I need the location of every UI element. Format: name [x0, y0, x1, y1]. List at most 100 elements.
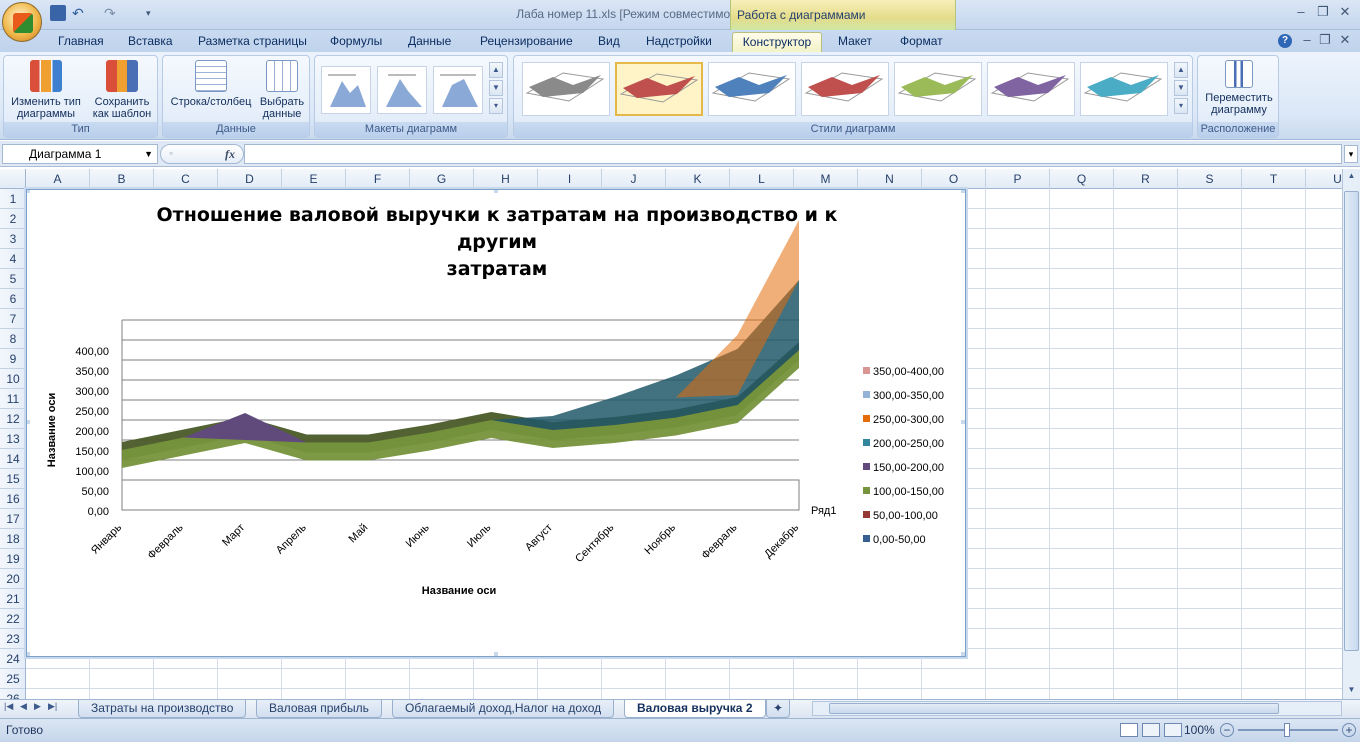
sheet-tab-taxable-income[interactable]: Облагаемый доход,Налог на доход [392, 700, 615, 718]
tab-home[interactable]: Главная [52, 32, 110, 52]
tab-addins[interactable]: Надстройки [640, 32, 718, 52]
next-sheet-icon[interactable]: ▶ [34, 701, 41, 712]
styles-scroll-down[interactable]: ▼ [1174, 80, 1188, 96]
restore-icon[interactable]: ❐ [1312, 4, 1334, 20]
row-header-9[interactable]: 9 [0, 349, 25, 369]
chart-style-7[interactable] [1080, 62, 1168, 116]
row-header-16[interactable]: 16 [0, 489, 25, 509]
row-header-15[interactable]: 15 [0, 469, 25, 489]
styles-more[interactable]: ▾ [1174, 98, 1188, 114]
switch-row-column-button[interactable]: Строка/столбец [165, 60, 257, 108]
chart-area[interactable]: Отношение валовой выручки к затратам на … [26, 189, 966, 657]
row-header-4[interactable]: 4 [0, 249, 25, 269]
row-header-1[interactable]: 1 [0, 189, 25, 209]
chart-style-2[interactable] [615, 62, 703, 116]
row-header-19[interactable]: 19 [0, 549, 25, 569]
save-as-template-button[interactable]: Сохранить как шаблон [86, 60, 158, 120]
row-header-22[interactable]: 22 [0, 609, 25, 629]
column-header-F[interactable]: F [346, 169, 410, 189]
row-header-21[interactable]: 21 [0, 589, 25, 609]
column-header-L[interactable]: L [730, 169, 794, 189]
tab-page-layout[interactable]: Разметка страницы [192, 32, 313, 52]
column-header-G[interactable]: G [410, 169, 474, 189]
column-header-B[interactable]: B [90, 169, 154, 189]
save-icon[interactable] [50, 5, 66, 21]
column-header-R[interactable]: R [1114, 169, 1178, 189]
horizontal-scroll-thumb[interactable] [829, 703, 1279, 714]
chart-style-3[interactable] [708, 62, 796, 116]
scroll-up-icon[interactable]: ▲ [1344, 171, 1359, 185]
help-icon[interactable]: ? [1278, 34, 1292, 48]
row-header-8[interactable]: 8 [0, 329, 25, 349]
column-header-J[interactable]: J [602, 169, 666, 189]
select-all-corner[interactable] [0, 169, 26, 189]
tab-view[interactable]: Вид [592, 32, 626, 52]
office-button[interactable] [2, 2, 42, 42]
row-header-23[interactable]: 23 [0, 629, 25, 649]
sheet-tab-gross-revenue-2[interactable]: Валовая выручка 2 [624, 700, 766, 718]
horizontal-scrollbar[interactable] [812, 701, 1342, 716]
vertical-scroll-thumb[interactable] [1344, 191, 1359, 651]
row-header-13[interactable]: 13 [0, 429, 25, 449]
column-header-E[interactable]: E [282, 169, 346, 189]
row-header-20[interactable]: 20 [0, 569, 25, 589]
zoom-slider-thumb[interactable] [1284, 723, 1290, 737]
redo-icon[interactable]: ↷ [104, 5, 120, 21]
tab-formulas[interactable]: Формулы [324, 32, 388, 52]
qat-customize-icon[interactable]: ▾ [146, 5, 162, 21]
tab-format[interactable]: Формат [894, 32, 949, 52]
sheet-tab-gross-profit[interactable]: Валовая прибыль [256, 700, 382, 718]
tab-review[interactable]: Рецензирование [474, 32, 579, 52]
row-header-5[interactable]: 5 [0, 269, 25, 289]
row-header-12[interactable]: 12 [0, 409, 25, 429]
column-header-K[interactable]: K [666, 169, 730, 189]
page-layout-view-icon[interactable] [1142, 723, 1160, 737]
column-header-C[interactable]: C [154, 169, 218, 189]
tab-design[interactable]: Конструктор [732, 32, 822, 52]
chart-style-1[interactable] [522, 62, 610, 116]
wb-restore-icon[interactable]: ❐ [1314, 32, 1336, 48]
move-chart-button[interactable]: Переместить диаграмму [1200, 60, 1278, 116]
close-icon[interactable]: ✕ [1334, 4, 1356, 20]
tab-insert[interactable]: Вставка [122, 32, 179, 52]
cancel-formula-icon[interactable]: ◦ [169, 146, 173, 160]
name-box[interactable]: Диаграмма 1 ▼ [2, 144, 158, 164]
row-header-10[interactable]: 10 [0, 369, 25, 389]
column-header-M[interactable]: M [794, 169, 858, 189]
column-header-I[interactable]: I [538, 169, 602, 189]
row-header-18[interactable]: 18 [0, 529, 25, 549]
prev-sheet-icon[interactable]: ◀ [20, 701, 27, 712]
select-data-button[interactable]: Выбрать данные [255, 60, 309, 120]
normal-view-icon[interactable] [1120, 723, 1138, 737]
wb-close-icon[interactable]: ✕ [1334, 32, 1356, 48]
layouts-scroll-up[interactable]: ▲ [489, 62, 503, 78]
layouts-scroll-down[interactable]: ▼ [489, 80, 503, 96]
row-header-24[interactable]: 24 [0, 649, 25, 669]
tab-layout[interactable]: Макет [832, 32, 878, 52]
expand-formula-icon[interactable]: ▾ [1344, 145, 1358, 163]
styles-scroll-up[interactable]: ▲ [1174, 62, 1188, 78]
layout-3[interactable] [433, 66, 483, 114]
column-header-P[interactable]: P [986, 169, 1050, 189]
row-header-11[interactable]: 11 [0, 389, 25, 409]
row-header-3[interactable]: 3 [0, 229, 25, 249]
column-header-N[interactable]: N [858, 169, 922, 189]
layouts-more[interactable]: ▾ [489, 98, 503, 114]
column-header-O[interactable]: O [922, 169, 986, 189]
insert-sheet-icon[interactable]: ✦ [766, 700, 791, 718]
sheet-tab-costs[interactable]: Затраты на производство [78, 700, 247, 718]
zoom-in-icon[interactable]: + [1342, 723, 1356, 737]
row-header-17[interactable]: 17 [0, 509, 25, 529]
last-sheet-icon[interactable]: ▶| [48, 701, 57, 712]
zoom-level[interactable]: 100% [1184, 723, 1215, 737]
row-header-14[interactable]: 14 [0, 449, 25, 469]
column-header-A[interactable]: A [26, 169, 90, 189]
column-header-S[interactable]: S [1178, 169, 1242, 189]
minimize-icon[interactable]: – [1290, 4, 1312, 20]
row-header-2[interactable]: 2 [0, 209, 25, 229]
layout-2[interactable] [377, 66, 427, 114]
chart-style-6[interactable] [987, 62, 1075, 116]
row-header-7[interactable]: 7 [0, 309, 25, 329]
undo-icon[interactable]: ↶ [72, 5, 88, 21]
tab-data[interactable]: Данные [402, 32, 457, 52]
